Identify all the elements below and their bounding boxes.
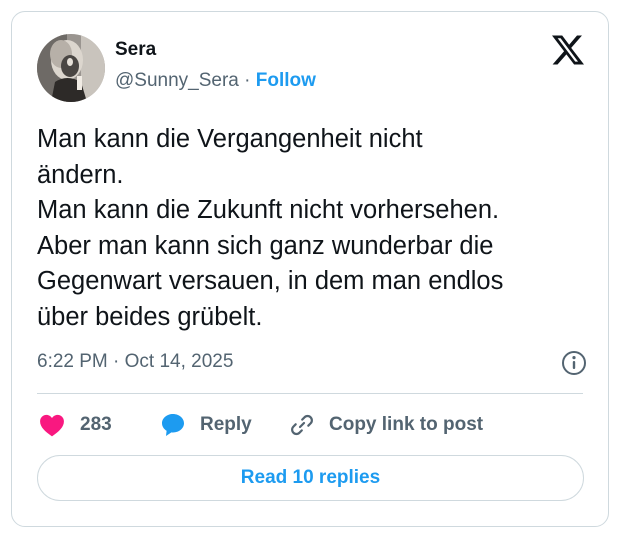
- like-count: 283: [80, 414, 112, 435]
- follow-button[interactable]: Follow: [256, 70, 316, 91]
- speech-bubble-icon: [160, 412, 186, 438]
- author-handle-line: @Sunny_Sera · Follow: [115, 70, 316, 92]
- copy-link-button[interactable]: Copy link to post: [289, 410, 483, 440]
- read-replies-button[interactable]: Read 10 replies: [37, 455, 584, 501]
- divider: [37, 393, 583, 394]
- info-icon[interactable]: [561, 350, 587, 376]
- reply-button[interactable]: Reply: [160, 410, 252, 440]
- tweet-card: Sera @Sunny_Sera · Follow Man kann die V…: [11, 11, 609, 527]
- tweet-text: Man kann die Vergangenheit nicht ändern.…: [37, 125, 504, 331]
- avatar[interactable]: [37, 34, 105, 102]
- copy-link-label: Copy link to post: [329, 414, 484, 435]
- like-button[interactable]: 283: [39, 410, 112, 440]
- link-icon: [289, 412, 315, 438]
- heart-icon: [39, 413, 65, 437]
- handle-separator: ·: [238, 70, 256, 91]
- author-name[interactable]: Sera: [115, 39, 156, 61]
- reply-label: Reply: [200, 414, 252, 435]
- author-handle[interactable]: @Sunny_Sera: [115, 70, 239, 91]
- tweet-timestamp[interactable]: 6:22 PM · Oct 14, 2025: [37, 351, 233, 373]
- x-logo-icon[interactable]: [550, 34, 586, 66]
